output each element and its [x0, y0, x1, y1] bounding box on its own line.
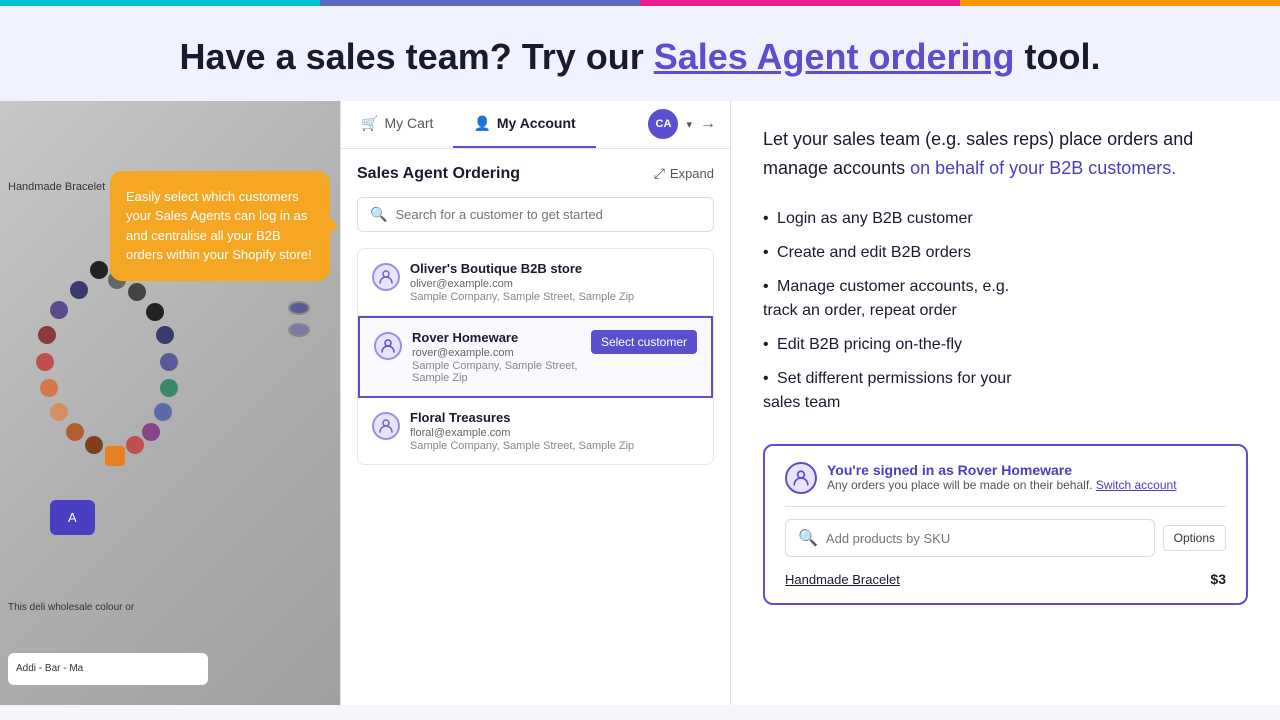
main-heading: Have a sales team? Try our Sales Agent o… [40, 34, 1240, 81]
sku-search-bar: 🔍 [785, 519, 1155, 557]
switch-account-link[interactable]: Switch account [1096, 478, 1177, 492]
customer-name-0: Oliver's Boutique B2B store [410, 261, 699, 276]
signed-in-subtitle: Any orders you place will be made on the… [827, 478, 1226, 492]
customer-info-1: Rover Homeware rover@example.com Sample … [412, 330, 591, 384]
add-to-cart-button[interactable]: A [50, 500, 95, 535]
header-section: Have a sales team? Try our Sales Agent o… [0, 6, 1280, 101]
tooltip-bubble: Easily select which customers your Sales… [110, 171, 330, 281]
customer-item-2[interactable]: Floral Treasures floral@example.com Samp… [358, 398, 713, 464]
avatar-button[interactable]: CA [648, 109, 678, 139]
panel-body: Sales Agent Ordering ⤢ Expand 🔍 [341, 149, 730, 481]
product-area: Handmade Bracelet Easily select which cu… [0, 101, 340, 705]
heading-link[interactable]: Sales Agent ordering [654, 36, 1015, 77]
additional-info: Addi - Bar - Ma [8, 653, 208, 685]
customer-info-2: Floral Treasures floral@example.com Samp… [410, 410, 699, 452]
product-row-name[interactable]: Handmade Bracelet [785, 572, 900, 587]
customer-email-1: rover@example.com [412, 347, 591, 359]
feature-item-1: Create and edit B2B orders [763, 236, 1248, 270]
customer-company-1: Sample Company, Sample Street, Sample Zi… [412, 360, 591, 384]
signed-in-card: You're signed in as Rover Homeware Any o… [763, 444, 1248, 605]
customer-avatar-0 [372, 263, 400, 291]
customer-avatar-1 [374, 332, 402, 360]
customer-item-1[interactable]: Rover Homeware rover@example.com Sample … [358, 316, 713, 398]
nav-right: CA ▾ → [648, 101, 730, 148]
feature-item-0: Login as any B2B customer [763, 202, 1248, 236]
tab-cart-label: My Cart [384, 115, 433, 131]
tab-account-label: My Account [497, 115, 576, 131]
features-section: Let your sales team (e.g. sales reps) pl… [730, 101, 1280, 705]
user-icon-1 [380, 338, 396, 354]
main-content: Handmade Bracelet Easily select which cu… [0, 101, 1280, 705]
expand-icon: ⤢ [654, 165, 665, 182]
product-image: Handmade Bracelet Easily select which cu… [0, 101, 340, 705]
feature-item-2: Manage customer accounts, e.g.track an o… [763, 270, 1248, 328]
account-icon: 👤 [473, 115, 490, 132]
product-label: Handmade Bracelet [8, 181, 105, 193]
bracelet-row [288, 301, 310, 337]
product-row-price: $3 [1210, 571, 1226, 587]
sku-search-input[interactable] [826, 531, 1142, 546]
panel-header: Sales Agent Ordering ⤢ Expand [357, 165, 714, 183]
expand-button[interactable]: ⤢ Expand [654, 165, 714, 182]
signed-in-user-icon [792, 469, 810, 487]
customer-item-0[interactable]: Oliver's Boutique B2B store oliver@examp… [358, 249, 713, 316]
panel-title: Sales Agent Ordering [357, 165, 520, 183]
customer-info-0: Oliver's Boutique B2B store oliver@examp… [410, 261, 699, 303]
customer-search-input[interactable] [395, 207, 701, 222]
card-divider [785, 506, 1226, 507]
customer-avatar-2 [372, 412, 400, 440]
user-icon-0 [378, 269, 394, 285]
customer-email-0: oliver@example.com [410, 278, 699, 290]
cart-icon: 🛒 [361, 115, 378, 132]
features-intro-link[interactable]: on behalf of your B2B customers. [910, 158, 1176, 178]
bracelet-circle-2 [288, 323, 310, 337]
product-row: Handmade Bracelet $3 [785, 565, 1226, 587]
customer-list: Oliver's Boutique B2B store oliver@examp… [357, 248, 714, 465]
feature-list: Login as any B2B customer Create and edi… [763, 202, 1248, 420]
heading-end: tool. [1015, 36, 1101, 77]
signed-in-row: You're signed in as Rover Homeware Any o… [785, 462, 1226, 494]
sku-search-icon: 🔍 [798, 528, 818, 548]
tab-cart[interactable]: 🛒 My Cart [341, 101, 453, 148]
signed-in-avatar [785, 462, 817, 494]
tooltip-text: Easily select which customers your Sales… [126, 189, 312, 263]
panel-nav: 🛒 My Cart 👤 My Account CA ▾ → [341, 101, 730, 149]
heading-plain: Have a sales team? Try our [180, 36, 654, 77]
search-icon: 🔍 [370, 206, 387, 223]
select-customer-button[interactable]: Select customer [591, 330, 697, 354]
feature-item-3: Edit B2B pricing on-the-fly [763, 328, 1248, 362]
tab-account[interactable]: 👤 My Account [453, 101, 595, 148]
ordering-panel: 🛒 My Cart 👤 My Account CA ▾ → Sales Agen… [340, 101, 730, 705]
user-icon-2 [378, 418, 394, 434]
features-intro: Let your sales team (e.g. sales reps) pl… [763, 125, 1248, 183]
expand-label: Expand [670, 166, 714, 181]
product-description: This deli wholesale colour or [8, 600, 328, 615]
bracelet-circle-1 [288, 301, 310, 315]
customer-company-0: Sample Company, Sample Street, Sample Zi… [410, 291, 699, 303]
customer-email-2: floral@example.com [410, 427, 699, 439]
signed-in-text: You're signed in as Rover Homeware Any o… [827, 462, 1226, 492]
feature-item-4: Set different permissions for yoursales … [763, 362, 1248, 420]
bracelet-visual [30, 261, 210, 541]
forward-arrow-icon[interactable]: → [700, 115, 716, 133]
search-bar: 🔍 [357, 197, 714, 232]
signed-in-name: You're signed in as Rover Homeware [827, 462, 1226, 478]
customer-name-1: Rover Homeware [412, 330, 591, 345]
customer-name-2: Floral Treasures [410, 410, 699, 425]
chevron-down-icon: ▾ [686, 118, 692, 131]
options-button[interactable]: Options [1163, 525, 1226, 551]
customer-company-2: Sample Company, Sample Street, Sample Zi… [410, 440, 699, 452]
